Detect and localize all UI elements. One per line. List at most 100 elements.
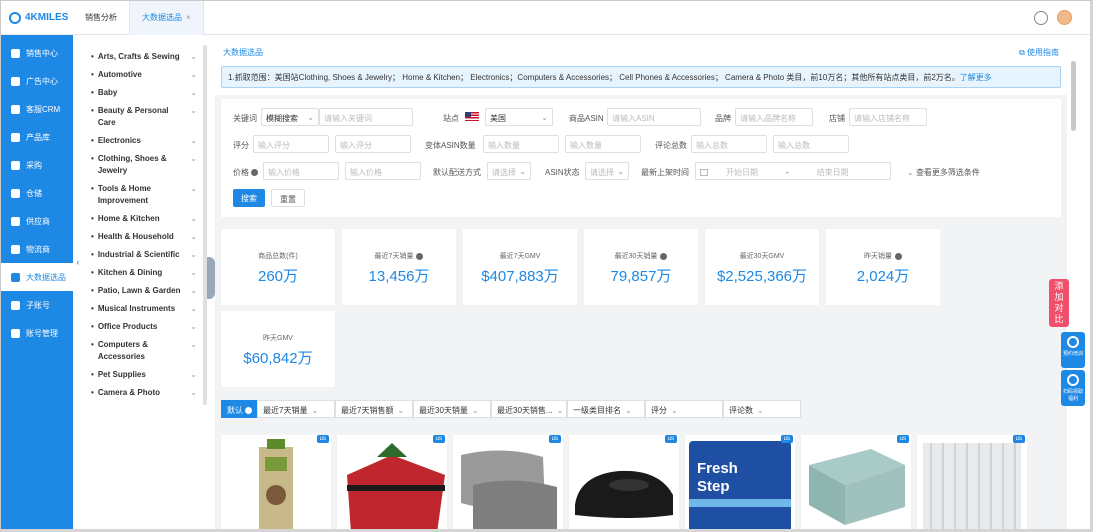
training-widget[interactable]: 预约培训 [1061,332,1085,368]
reviews-max-input[interactable]: 输入总数 [773,135,849,153]
main-scrollbar[interactable] [1071,61,1076,131]
nav-collapse-chevron-left-icon[interactable]: ‹ [73,253,83,271]
gift-icon [1067,374,1079,386]
category-item[interactable]: • Arts, Crafts & Sewing ⌄ [83,48,205,66]
nav-item-products[interactable]: 产品库 [1,123,73,151]
category-item[interactable]: • Tools & Home Improvement ⌄ [83,180,205,210]
category-item[interactable]: • Electronics ⌄ [83,132,205,150]
category-scrollbar[interactable] [203,45,207,405]
supplier-icon [11,216,20,226]
nav-item-logistics[interactable]: 物流商 [1,235,73,263]
warehouse-icon [11,188,20,198]
search-button[interactable]: 搜索 [233,189,265,207]
brand-logo[interactable]: 4KMILES [1,1,73,35]
price-max-input[interactable]: 输入价格 [345,162,421,180]
us-badge: us [896,435,909,443]
nav-item-sales[interactable]: 销售中心 [1,39,73,67]
category-item[interactable]: • Musical Instruments ⌄ [83,300,205,318]
main-content: 大数据选品 ⧉ 使用指南 1.抓取范围：美国站Clothing, Shoes &… [215,35,1067,529]
product-card[interactable]: us [453,435,563,529]
sort-30d-revenue[interactable]: 最近30天销售... ⌄ [491,400,567,418]
category-item[interactable]: • Clothing, Shoes & Jewelry ⌄ [83,150,205,180]
chevron-down-icon: ⌄ [307,113,314,122]
brand-input[interactable]: 请输入品牌名称 [735,108,813,126]
more-filters-link[interactable]: ⌄ 查看更多筛选条件 [907,167,980,178]
sort-7d-sales[interactable]: 最近7天销量 ⌄ [257,400,335,418]
category-item[interactable]: • Kitchen & Dining ⌄ [83,264,205,282]
nav-item-ads[interactable]: 广告中心 [1,67,73,95]
product-card[interactable]: us [221,435,331,529]
product-card[interactable]: us [569,435,679,529]
chevron-down-icon: ⌄ [190,70,197,79]
rating-max-input[interactable]: 输入评分 [335,135,411,153]
reviews-label: 评论总数 [655,141,687,150]
learn-more-link[interactable]: 了解更多 [960,73,992,82]
category-item[interactable]: • Computers & Accessories ⌄ [83,336,205,366]
chevron-down-icon: ⌄ [907,168,916,177]
christmas-tree-bag-image [347,443,445,529]
nav-item-subaccount[interactable]: 子账号 [1,291,73,319]
category-item[interactable]: • Pet Supplies ⌄ [83,366,205,384]
rating-min-input[interactable]: 输入评分 [253,135,329,153]
category-item[interactable]: • Camera & Photo ⌄ [83,384,205,402]
stat-card: 商品总数(件) 260万 [221,229,335,305]
asin-status-label: ASIN状态 [545,168,580,177]
close-icon[interactable]: × [186,13,191,22]
chevron-down-icon: ⌄ [617,167,624,176]
svg-text:Fresh: Fresh [697,460,738,477]
category-item[interactable]: • Beauty & Personal Care ⌄ [83,102,205,132]
category-item[interactable]: • Health & Household ⌄ [83,228,205,246]
sort-default[interactable]: 默认 [221,400,257,418]
help-icon [245,407,252,415]
help-icon [895,252,902,260]
category-item[interactable]: • Baby ⌄ [83,84,205,102]
nav-item-supplier[interactable]: 供应商 [1,207,73,235]
add-compare-button[interactable]: 添加对比 [1049,279,1069,327]
nav-item-crm[interactable]: 客服CRM [1,95,73,123]
qr-benefit-widget[interactable]: 扫码领取福利 [1061,370,1085,406]
sort-category-rank[interactable]: 一级类目排名 ⌄ [567,400,645,418]
tab-bigdata[interactable]: 大数据选品 × [129,1,204,35]
nav-item-account[interactable]: 账号管理 [1,319,73,347]
silk-pillowcase-image [461,450,557,529]
chevron-down-icon: ⌄ [541,113,548,122]
nav-item-bigdata[interactable]: 大数据选品 [1,263,73,291]
date-range-picker[interactable]: 开始日期 - 结束日期 [695,162,891,180]
category-item[interactable]: • Automotive ⌄ [83,66,205,84]
chevron-down-icon: ⌄ [190,286,197,295]
sort-7d-revenue[interactable]: 最近7天销售额 ⌄ [335,400,413,418]
category-item[interactable]: • Home & Kitchen ⌄ [83,210,205,228]
asin-input[interactable]: 请输入ASIN [607,108,701,126]
price-min-input[interactable]: 输入价格 [263,162,339,180]
settings-icon[interactable] [1034,11,1048,25]
variant-max-input[interactable]: 输入数量 [565,135,641,153]
category-item[interactable]: • Patio, Lawn & Garden ⌄ [83,282,205,300]
panel-resize-handle[interactable] [207,257,215,299]
sort-30d-sales[interactable]: 最近30天销量 ⌄ [413,400,491,418]
guide-link[interactable]: ⧉ 使用指南 [1019,47,1059,58]
product-card[interactable]: us [917,435,1027,529]
category-item[interactable]: • Office Products ⌄ [83,318,205,336]
chevron-down-icon: ⌄ [190,88,197,97]
product-card[interactable]: Fresh Step us [685,435,795,529]
keyword-input[interactable]: 请输入关键词 [319,108,413,126]
reset-button[interactable]: 重置 [271,189,305,207]
chevron-down-icon: ⌄ [471,406,479,415]
category-list: • Arts, Crafts & Sewing ⌄ • Automotive ⌄ • Ba… [83,41,205,529]
category-item[interactable]: • Industrial & Scientific ⌄ [83,246,205,264]
nav-item-purchase[interactable]: 采购 [1,151,73,179]
sort-rating[interactable]: 评分 ⌄ [645,400,723,418]
delivery-select[interactable]: 请选择 ⌄ [487,162,531,180]
reviews-min-input[interactable]: 输入总数 [691,135,767,153]
variant-min-input[interactable]: 输入数量 [483,135,559,153]
avatar[interactable] [1057,10,1072,25]
product-card[interactable]: us [337,435,447,529]
site-select[interactable]: 美国 ⌄ [485,108,553,126]
product-card[interactable]: us [801,435,911,529]
nav-item-warehouse[interactable]: 仓储 [1,179,73,207]
shop-input[interactable]: 请输入店铺名称 [849,108,927,126]
tab-sales-analysis[interactable]: 销售分析 [73,1,129,35]
sort-review-count[interactable]: 评论数 ⌄ [723,400,801,418]
keyword-mode-select[interactable]: 模糊搜索 ⌄ [261,108,319,126]
asin-status-select[interactable]: 请选择 ⌄ [585,162,629,180]
